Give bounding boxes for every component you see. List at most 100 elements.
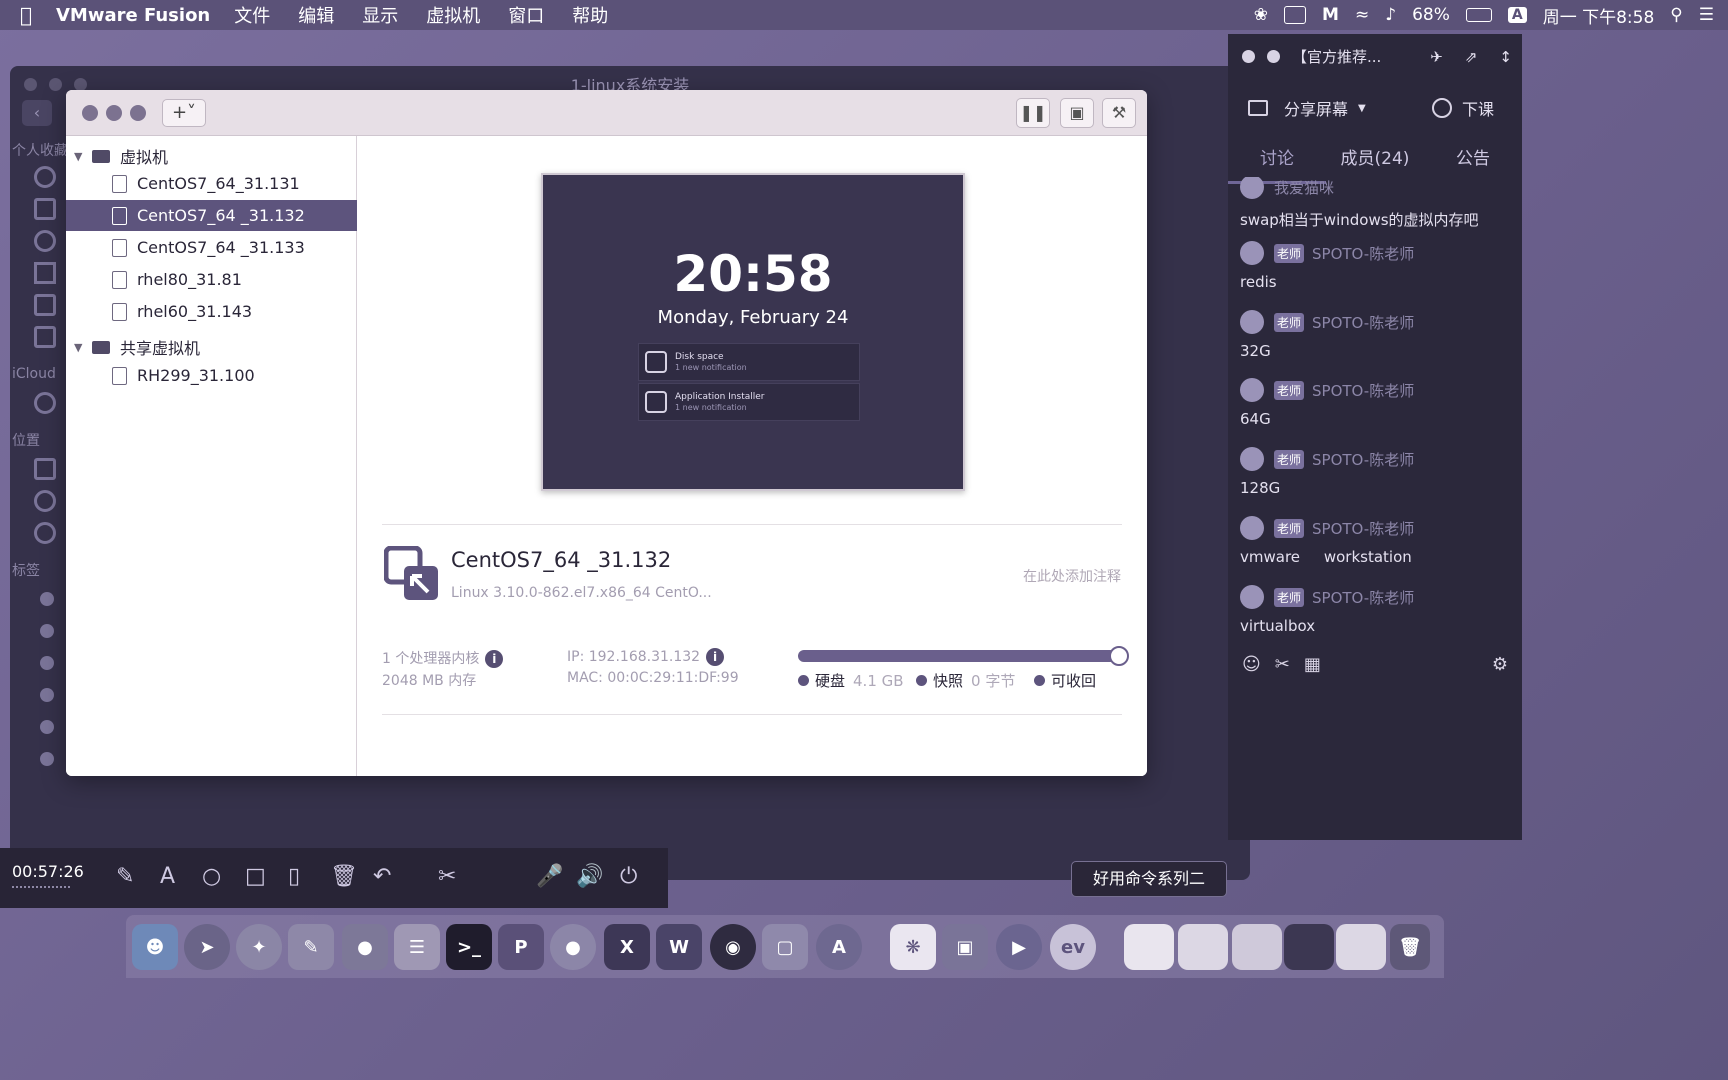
computer-icon[interactable] (34, 458, 56, 480)
menu-edit[interactable]: 编辑 (298, 2, 334, 28)
drive-icon[interactable] (34, 326, 56, 348)
add-vm-button[interactable]: +˅ (162, 99, 206, 127)
share-icon[interactable]: ⇗ (1465, 48, 1478, 66)
vm-item[interactable]: RH299_31.100 (66, 360, 357, 391)
powerpoint-dock-icon[interactable]: P (498, 924, 544, 970)
avatar[interactable] (1240, 241, 1264, 265)
disk-icon[interactable] (34, 490, 56, 512)
pin-icon[interactable]: ↕ (1499, 48, 1512, 66)
power-icon[interactable]: ⏻ (620, 864, 637, 889)
trash-icon[interactable]: 🗑 (330, 864, 358, 889)
disclosure-triangle-icon[interactable]: ▼ (74, 150, 88, 163)
airplane-icon[interactable]: ✈ (1430, 48, 1443, 66)
microphone-icon[interactable]: 🎤 (536, 864, 563, 889)
terminal-dock-icon[interactable]: >_ (446, 924, 492, 970)
facetime-dock-icon[interactable]: ● (342, 924, 388, 970)
notes-dock-icon[interactable]: ☰ (394, 924, 440, 970)
avatar[interactable] (1240, 378, 1264, 402)
settings-wrench-button[interactable]: ⚒ (1102, 98, 1136, 128)
disclosure-triangle-icon[interactable]: ▼ (74, 341, 88, 354)
excel-dock-icon[interactable]: X (604, 924, 650, 970)
volume-icon[interactable]: ♪ (1385, 5, 1396, 25)
finder-back-button[interactable]: ‹ (22, 100, 52, 126)
info-icon[interactable]: i (485, 650, 504, 668)
flower-tray-icon[interactable]: ❀ (1254, 5, 1268, 25)
text-tool-icon[interactable]: A (160, 864, 175, 889)
vm-item[interactable]: CentOS7_64_31.131 (66, 168, 357, 199)
add-annotation-link[interactable]: 在此处添加注释 (1023, 566, 1121, 586)
scissors-icon[interactable]: ✂ (438, 864, 456, 889)
trash-dock-icon[interactable]: 🗑 (1390, 924, 1430, 970)
avatar[interactable] (1240, 447, 1264, 471)
apple-menu-icon[interactable]:  (20, 3, 56, 27)
minimized-window-thumbnail[interactable] (1124, 924, 1174, 970)
snapshot-button[interactable]: ▣ (1060, 98, 1094, 128)
gear-icon[interactable]: ⚙ (1492, 654, 1508, 675)
notification-center-icon[interactable]: ☰ (1699, 5, 1714, 25)
virtualbox-dock-icon[interactable]: ▢ (762, 924, 808, 970)
airdrop-icon[interactable] (34, 166, 56, 188)
vm-item-selected[interactable]: CentOS7_64 _31.132 (66, 200, 357, 231)
share-screen-button[interactable]: 分享屏幕 ▼ (1248, 96, 1366, 120)
avatar[interactable] (1240, 310, 1264, 334)
vm-screen-thumbnail[interactable]: 20:58 Monday, February 24 Disk space 1 n… (541, 173, 965, 491)
minimized-window-thumbnail[interactable] (1336, 924, 1386, 970)
m-tray-icon[interactable]: M (1322, 5, 1339, 25)
pause-button[interactable]: ❚❚ (1016, 98, 1050, 128)
brush-icon[interactable]: ✎ (116, 864, 134, 889)
zoom-button[interactable] (130, 105, 146, 121)
chat-minimize-button[interactable] (1267, 50, 1280, 63)
minimized-window-thumbnail[interactable] (1178, 924, 1228, 970)
tag-dot-icon[interactable] (40, 592, 54, 606)
circle-tool-icon[interactable]: ○ (202, 864, 221, 889)
speaker-icon[interactable]: 🔊 (576, 864, 603, 889)
image-icon[interactable]: ▦ (1304, 654, 1321, 675)
qq-dock-icon[interactable]: ◉ (710, 924, 756, 970)
battery-icon[interactable] (1465, 8, 1492, 22)
avatar[interactable] (1240, 516, 1264, 540)
downloads-icon[interactable] (34, 230, 56, 252)
menubar-clock[interactable]: 周一 下午8:58 (1543, 3, 1655, 28)
vm-item[interactable]: rhel80_31.81 (66, 264, 357, 295)
documents-icon[interactable] (34, 294, 56, 316)
refresh-icon[interactable] (1109, 646, 1129, 666)
desktop-icon[interactable] (34, 198, 56, 220)
chat-close-button[interactable] (1242, 50, 1255, 63)
minimized-window-thumbnail[interactable] (1284, 924, 1334, 970)
minimized-window-thumbnail[interactable] (1232, 924, 1282, 970)
player-dock-icon[interactable]: ▶ (996, 924, 1042, 970)
close-button[interactable] (82, 105, 98, 121)
undo-icon[interactable]: ↶ (373, 864, 391, 889)
tag-dot-icon[interactable] (40, 720, 54, 734)
emoji-icon[interactable]: ☺ (1242, 654, 1261, 675)
eraser-icon[interactable]: ▯ (288, 864, 300, 889)
input-source[interactable]: A (1507, 7, 1527, 23)
menu-vm[interactable]: 虚拟机 (426, 2, 480, 28)
vm-item[interactable]: rhel60_31.143 (66, 296, 357, 327)
vmware-dock-icon[interactable]: ▣ (942, 924, 988, 970)
vm-item[interactable]: CentOS7_64 _31.133 (66, 232, 357, 263)
finder-dock-icon[interactable]: ☻ (132, 924, 178, 970)
tag-dot-icon[interactable] (40, 688, 54, 702)
minimize-button[interactable] (106, 105, 122, 121)
group-shared-vms[interactable]: ▼ 共享虚拟机 (74, 335, 200, 359)
network-icon[interactable] (34, 522, 56, 544)
menu-view[interactable]: 显示 (362, 2, 398, 28)
wifi-icon[interactable]: ≈ (1355, 5, 1369, 25)
rectangle-tool-icon[interactable]: □ (245, 864, 266, 889)
tag-dot-icon[interactable] (40, 624, 54, 638)
classin-dock-icon[interactable]: ❋ (890, 924, 936, 970)
menu-help[interactable]: 帮助 (572, 2, 608, 28)
applications-icon[interactable] (34, 262, 56, 284)
screen-share-tray-icon[interactable] (1284, 6, 1307, 24)
preview-dock-icon[interactable]: ✎ (288, 924, 334, 970)
menu-window[interactable]: 窗口 (508, 2, 544, 28)
app-store-dock-icon[interactable]: A (816, 924, 862, 970)
tag-dot-icon[interactable] (40, 656, 54, 670)
word-dock-icon[interactable]: W (656, 924, 702, 970)
wechat-dock-icon[interactable]: ● (550, 924, 596, 970)
spotlight-search-icon[interactable]: ⚲ (1670, 5, 1682, 25)
menu-file[interactable]: 文件 (234, 2, 270, 28)
avatar[interactable] (1240, 177, 1264, 199)
group-virtual-machines[interactable]: ▼ 虚拟机 (74, 144, 168, 168)
